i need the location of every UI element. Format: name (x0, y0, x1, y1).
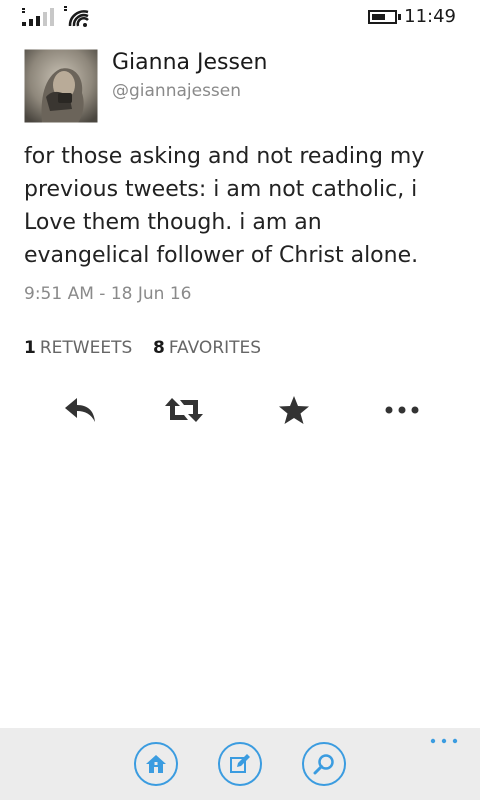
reply-button[interactable] (60, 392, 100, 428)
reply-icon (65, 398, 95, 422)
favorites-label: FAVORITES (168, 338, 262, 358)
tweet-text: for those asking and not reading my prev… (24, 144, 425, 268)
favorites-stat[interactable]: 8 FAVORITES (153, 338, 261, 358)
search-icon (313, 754, 334, 775)
retweet-icon (165, 398, 203, 422)
more-options-icon (385, 406, 419, 414)
tweet-timestamp: 9:51 AM - 18 Jun 16 (24, 284, 192, 304)
favorite-button[interactable] (274, 392, 314, 428)
search-button[interactable] (302, 742, 346, 786)
home-button[interactable] (134, 742, 178, 786)
retweets-count: 1 (24, 338, 36, 358)
favorites-count: 8 (153, 338, 165, 358)
battery-icon (368, 10, 401, 24)
wifi-icon (64, 6, 89, 27)
retweet-button[interactable] (164, 392, 204, 428)
status-bar: 11:49 (0, 0, 480, 32)
more-options-button[interactable] (382, 392, 422, 428)
app-bar (0, 728, 480, 800)
compose-icon (230, 754, 250, 773)
home-icon (146, 755, 166, 773)
retweets-stat[interactable]: 1 RETWEETS (24, 338, 132, 358)
author-handle[interactable]: @giannajessen (112, 81, 241, 101)
retweets-label: RETWEETS (39, 338, 133, 358)
compose-button[interactable] (218, 742, 262, 786)
author-display-name[interactable]: Gianna Jessen (112, 50, 267, 75)
favorite-star-icon (279, 396, 309, 424)
app-bar-more-icon[interactable] (430, 734, 458, 748)
signal-strength-icon (22, 8, 54, 26)
avatar[interactable] (24, 49, 98, 123)
status-clock: 11:49 (404, 6, 456, 27)
